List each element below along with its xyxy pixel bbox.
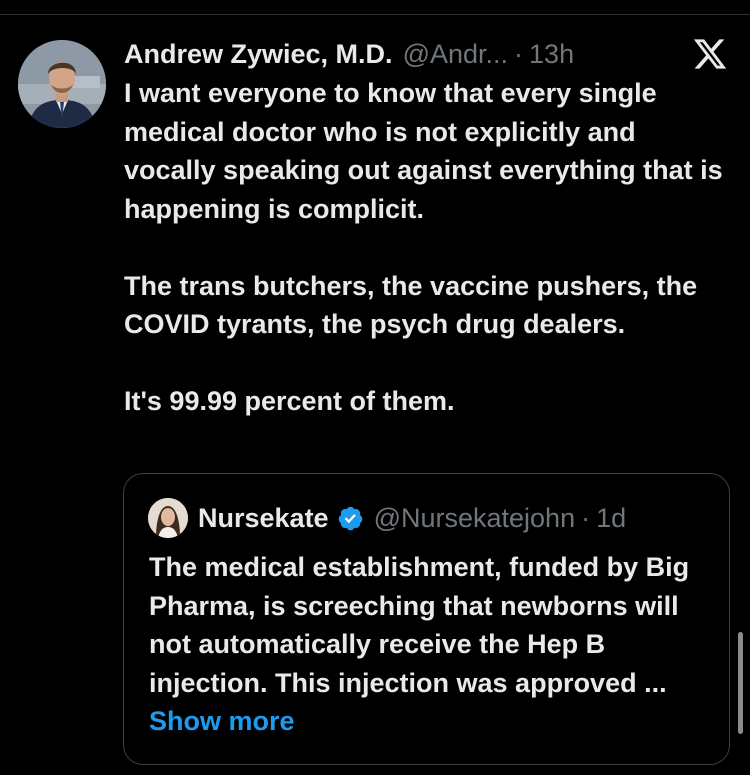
author-name[interactable]: Andrew Zywiec, M.D. [124,36,393,72]
quoted-author-name[interactable]: Nursekate [198,498,329,538]
post-timestamp[interactable]: 13h [529,36,574,72]
quoted-post[interactable]: Nursekate @Nursekatejohn · 1d The medica… [123,473,730,765]
show-more-link[interactable]: Show more [149,706,295,736]
top-divider [0,14,750,15]
post-text: I want everyone to know that every singl… [124,74,729,421]
author-handle[interactable]: @Andr... [403,36,508,72]
quoted-header-separator: · [581,503,591,533]
post[interactable]: Andrew Zywiec, M.D. @Andr... · 13h I wan… [124,36,734,421]
header-separator: · [514,39,524,69]
quoted-author-handle[interactable]: @Nursekatejohn [374,498,576,538]
quoted-post-text: The medical establishment, funded by Big… [149,548,714,741]
x-logo-icon[interactable] [692,36,728,72]
post-paragraph: It's 99.99 percent of them. [124,386,455,416]
quoted-post-body: The medical establishment, funded by Big… [149,552,690,698]
quoted-author-avatar[interactable] [148,498,188,538]
quoted-post-header: Nursekate @Nursekatejohn · 1d [148,498,626,538]
author-avatar-image [18,40,106,128]
quoted-author-avatar-image [148,498,188,538]
author-avatar[interactable] [18,40,106,128]
quoted-post-timestamp[interactable]: 1d [596,498,626,538]
scrollbar-thumb[interactable] [738,632,743,734]
post-paragraph: The trans butchers, the vaccine pushers,… [124,270,698,340]
post-paragraph: I want everyone to know that every singl… [124,78,723,224]
post-header: Andrew Zywiec, M.D. @Andr... · 13h [124,36,734,72]
verified-badge-icon [338,506,362,530]
